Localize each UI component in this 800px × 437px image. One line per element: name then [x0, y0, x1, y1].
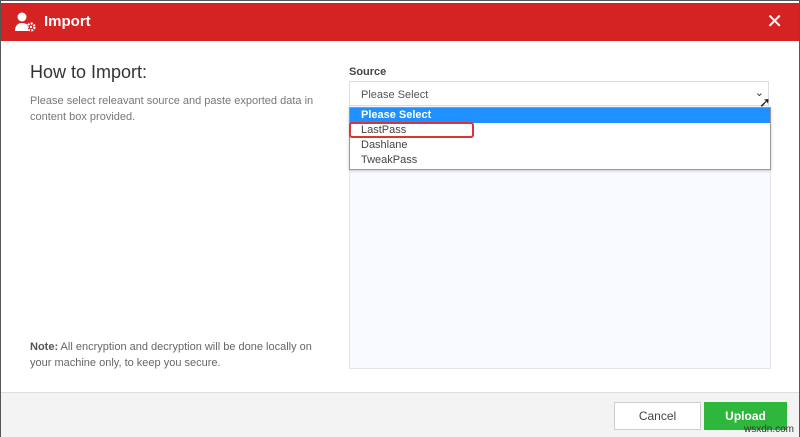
how-to-heading: How to Import: [30, 62, 148, 82]
note-label: Note: [30, 341, 59, 353]
source-label: Source [349, 66, 387, 78]
source-selected-value: Please Select [361, 89, 429, 101]
option-tweakpass[interactable]: TweakPass [350, 153, 770, 168]
cancel-button[interactable]: Cancel [614, 402, 701, 430]
import-dialog: Import ✕ How to Import: Please select re… [0, 0, 800, 437]
watermark: wsxdn.com [743, 424, 794, 435]
source-select[interactable]: Please Select ⌄ [349, 81, 769, 106]
instructions-text: Please select releavant source and paste… [30, 95, 314, 123]
user-gear-icon [15, 12, 37, 37]
dialog-footer: Cancel Upload [1, 392, 799, 437]
security-note: Note: All encryption and decryption will… [30, 339, 330, 371]
dialog-header: Import ✕ [1, 3, 799, 41]
source-dropdown-list: Please Select LastPass Dashlane TweakPas… [349, 107, 771, 170]
mouse-cursor-icon: ➚ [759, 94, 771, 110]
option-dashlane[interactable]: Dashlane [350, 138, 770, 153]
note-text: All encryption and decryption will be do… [30, 341, 312, 369]
close-icon[interactable]: ✕ [766, 9, 783, 34]
dialog-title: Import [44, 13, 91, 30]
option-please-select[interactable]: Please Select [350, 108, 770, 123]
lastpass-highlight-box [349, 122, 474, 138]
